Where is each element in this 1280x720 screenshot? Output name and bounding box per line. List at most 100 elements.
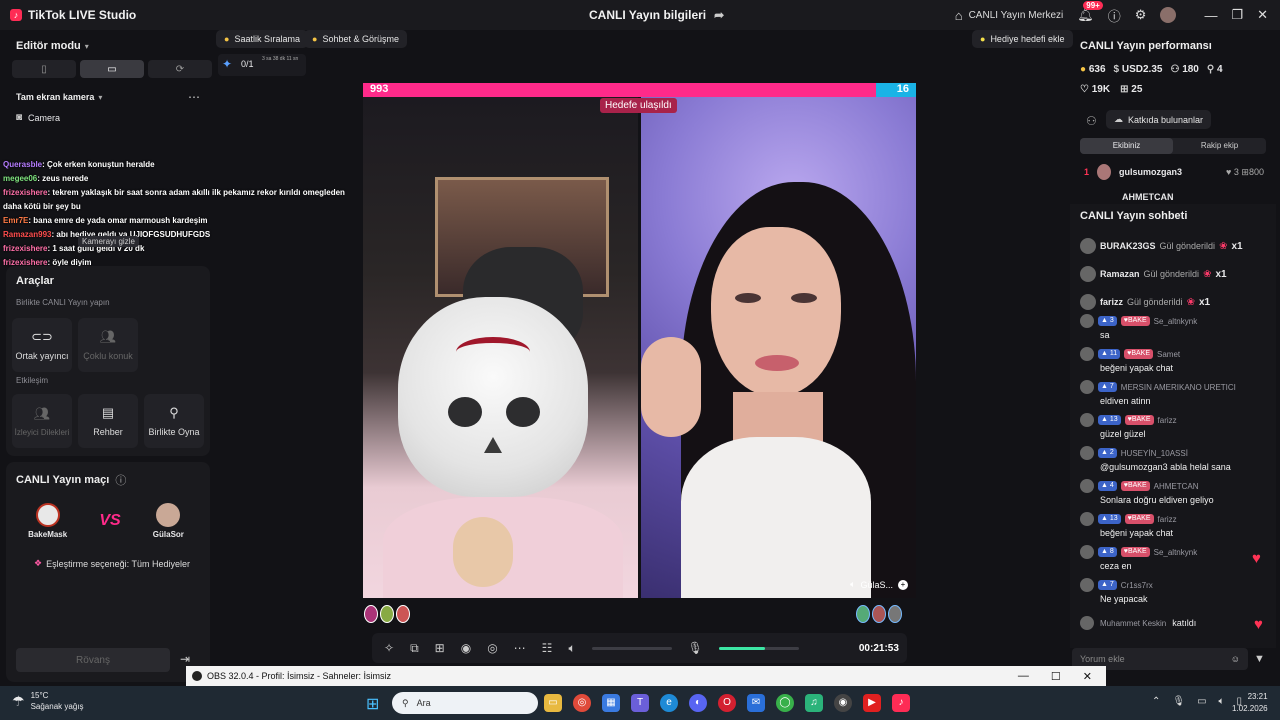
gift-notification[interactable]: Ramazan Gül gönderildi ❀ x1	[1080, 260, 1270, 288]
tab-rival[interactable]: Rakip ekip	[1173, 138, 1266, 154]
gift-notification[interactable]: BURAK23GS Gül gönderildi ❀ x1	[1080, 232, 1270, 260]
more-icon[interactable]: ⋯	[514, 641, 526, 655]
user-avatar	[1080, 578, 1094, 592]
microphone-icon[interactable]: 🎙︎	[688, 641, 703, 655]
screen-icon[interactable]: ⊞	[435, 641, 445, 655]
profile-avatar[interactable]	[1160, 7, 1177, 23]
filter-icon[interactable]: ▼	[1254, 653, 1265, 665]
maximize-button[interactable]: ❐	[1231, 7, 1243, 23]
host-b[interactable]: GülaSor	[153, 503, 184, 539]
live-center-button[interactable]: ⌂ CANLI Yayın Merkezi	[955, 8, 1064, 23]
chat-message[interactable]: ▲ 4 ♥BAKE AHMETCAN Sonlara doğru eldiven ge…	[1080, 479, 1270, 512]
rank-number: 1	[1084, 167, 1090, 177]
obs-minimize-icon[interactable]: —	[1018, 670, 1029, 683]
emoji-icon[interactable]: ☺	[1231, 654, 1240, 664]
layers-icon[interactable]: ⧉	[410, 641, 419, 656]
gift-goal-pill[interactable]: ● Hediye hedefi ekle	[972, 30, 1073, 48]
effects-icon[interactable]: ◎	[487, 641, 497, 655]
sliders-icon[interactable]: ☷	[542, 641, 553, 655]
chat-meet-pill[interactable]: ● Sohbet & Görüşme	[304, 30, 407, 48]
live-info-button[interactable]: CANLI Yayın bilgileri ➦	[589, 8, 724, 22]
windows-start-icon[interactable]: ⊞	[366, 694, 379, 714]
editor-mode-dropdown[interactable]: Editör modu ▾	[16, 40, 89, 52]
chat-message[interactable]: ▲ 7 Cr1ss7rx Ne yapacak	[1080, 578, 1270, 611]
chat-message[interactable]: ▲ 11 ♥BAKE Samet beğeni yapak chat	[1080, 347, 1270, 380]
youtube-icon[interactable]: ▶	[863, 694, 881, 712]
opera-icon[interactable]: O	[718, 694, 736, 712]
portrait-option[interactable]: ▯	[12, 60, 76, 78]
overlay-chat-text: : tekrem yaklaşık bir saat sonra adam ak…	[3, 188, 345, 211]
mail-icon[interactable]: ✉	[747, 694, 765, 712]
gift-goal-widget[interactable]: ✦ 0/1 3 sa 38 dk 11 sn	[218, 54, 306, 76]
discord-icon[interactable]: ◐	[689, 694, 707, 712]
obs-close-icon[interactable]: ✕	[1083, 670, 1092, 683]
tray-volume-icon[interactable]: 🔈︎	[1219, 696, 1225, 707]
settings-button[interactable]: ⚙	[1135, 7, 1147, 23]
landscape-option[interactable]: ▭	[80, 60, 144, 78]
chat-message[interactable]: ▲ 13 ♥BAKE farizz beğeni yapak chat	[1080, 512, 1270, 545]
viewer-requests-button[interactable]: 👥︎ İzleyici Dilekleri	[12, 394, 72, 448]
tray-chevron-icon[interactable]: ⌃	[1152, 696, 1160, 707]
multiguest-button[interactable]: 👥︎ Çoklu konuk	[78, 318, 138, 372]
gift-notification[interactable]: farizz Gül gönderildi ❀ x1	[1080, 288, 1270, 316]
record-icon[interactable]: ◉	[461, 641, 471, 655]
rematch-button[interactable]: Rövanş	[16, 648, 170, 672]
user-avatar	[1080, 294, 1096, 310]
minimize-button[interactable]: —	[1204, 8, 1217, 23]
spotify-icon[interactable]: ♫	[805, 694, 823, 712]
profile-edit-icon[interactable]: ⚇	[1086, 114, 1097, 128]
teams-icon[interactable]: T	[631, 694, 649, 712]
guest-tag[interactable]: 🔈︎ GülaS... +	[850, 579, 908, 590]
windows-taskbar: ☂ 15°C Sağanak yağış ⊞ ⚲ Ara ▭ ◎ ▦ T e ◐…	[0, 686, 1280, 720]
speaker-icon[interactable]: 🔈︎	[568, 641, 575, 656]
file-explorer-icon[interactable]: ▭	[544, 694, 562, 712]
tray-network-icon[interactable]: ▭	[1197, 696, 1206, 707]
tray-mic-icon[interactable]: 🎙︎	[1172, 696, 1185, 707]
together-title: Birlikte CANLI Yayın yapın	[16, 298, 110, 307]
tiktok-live-icon[interactable]: ♪	[892, 694, 910, 712]
contributors-button[interactable]: ☁ Katkıda bulunanlar	[1106, 110, 1212, 129]
magic-wand-icon[interactable]: ✧	[384, 641, 394, 655]
goal-time: 3 sa 38 dk 11 sn	[262, 56, 299, 62]
volume-slider[interactable]	[591, 646, 672, 650]
chat-user: farizz	[1157, 514, 1177, 524]
store-icon[interactable]: ▦	[602, 694, 620, 712]
guest-supporters[interactable]	[856, 605, 902, 623]
host-a[interactable]: BakeMask	[28, 503, 67, 539]
notification-badge: 99+	[1083, 1, 1103, 10]
obs-app-icon[interactable]: ◉	[834, 694, 852, 712]
match-option[interactable]: ❖ Eşleştirme seçeneği: Tüm Hediyeler	[34, 558, 190, 569]
mic-slider[interactable]	[718, 646, 799, 650]
host-supporters[interactable]	[364, 605, 410, 623]
guide-button[interactable]: ▤ Rehber	[78, 394, 138, 448]
notifications-button[interactable]: 🔔︎ 99+	[1077, 1, 1103, 23]
camera-source[interactable]: ◙ Camera	[16, 112, 60, 123]
tab-team[interactable]: Ekibiniz	[1080, 138, 1173, 154]
close-button[interactable]: ✕	[1257, 7, 1268, 23]
chat-message[interactable]: ▲ 7 MERSIN AMERIKANO URETICI eldiven atinn	[1080, 380, 1270, 413]
taskbar-clock[interactable]: 23:21 1.02.2026	[1232, 691, 1268, 715]
fan-club-name: BAKE	[1131, 350, 1150, 357]
contributor-row[interactable]: 1 gulsumozgan3 ♥ 3 ⊞800	[1084, 164, 1264, 180]
help-icon[interactable]: ⓘ	[115, 472, 126, 488]
cohost-button[interactable]: ⊂⊃ Ortak yayıncı	[12, 318, 72, 372]
help-button[interactable]: ⓘ	[1108, 6, 1121, 25]
play-together-button[interactable]: ⚲ Birlikte Oyna	[144, 394, 204, 448]
obs-window-bar[interactable]: OBS 32.0.4 - Profil: İsimsiz - Sahneler:…	[186, 666, 1106, 686]
taskbar-search[interactable]: ⚲ Ara	[392, 692, 538, 714]
exit-icon[interactable]: ⇥	[180, 652, 190, 666]
edge-icon[interactable]: e	[660, 694, 678, 712]
chat-message[interactable]: ▲ 2 HUSEYİN_10ASSİ @gulsumozgan3 abla hela…	[1080, 446, 1270, 479]
camera-section-header[interactable]: Tam ekran kamera ▾ ⋯	[16, 90, 200, 104]
obs-maximize-icon[interactable]: ☐	[1051, 670, 1061, 683]
weather-widget[interactable]: ☂ 15°C Sağanak yağış	[12, 690, 84, 712]
more-icon[interactable]: ⋯	[188, 90, 200, 104]
chrome-icon[interactable]: ◎	[573, 694, 591, 712]
xbox-icon[interactable]: ◯	[776, 694, 794, 712]
chat-message[interactable]: ▲ 8 ♥BAKE Se_altnkynk ceza en	[1080, 545, 1270, 578]
hourly-rank-pill[interactable]: ● Saatlik Sıralama	[216, 30, 308, 48]
user-avatar	[1080, 238, 1096, 254]
chat-message[interactable]: ▲ 3 ♥BAKE Se_altnkynk sa	[1080, 314, 1270, 347]
rotate-option[interactable]: ⟳	[148, 60, 212, 78]
chat-message[interactable]: ▲ 13 ♥BAKE farizz güzel güzel	[1080, 413, 1270, 446]
